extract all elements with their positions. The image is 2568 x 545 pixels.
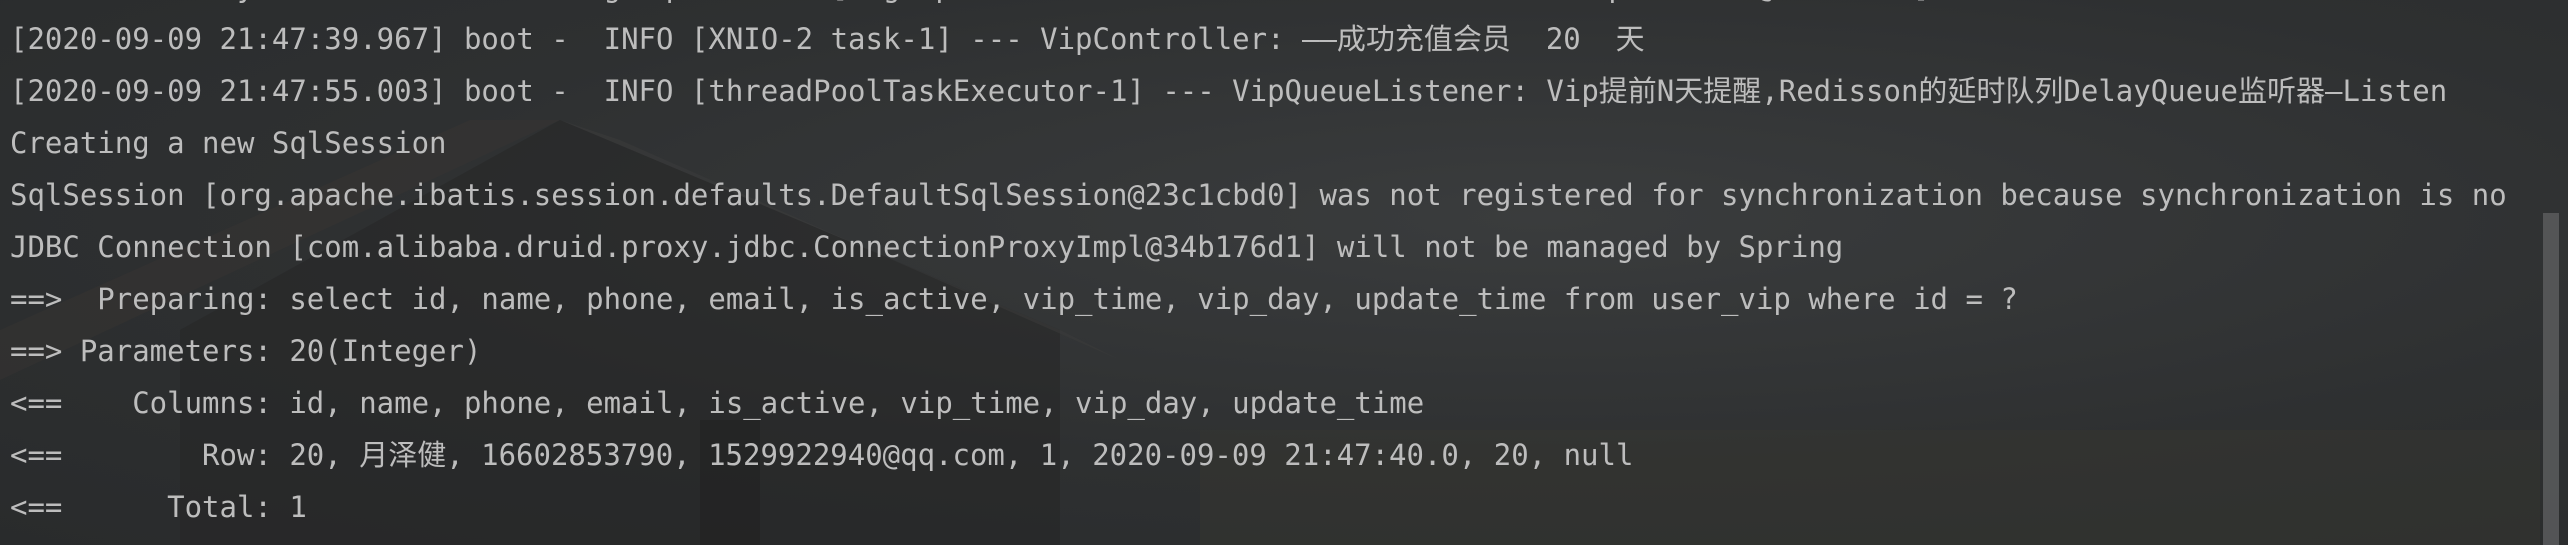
log-line: <== Columns: id, name, phone, email, is_… bbox=[10, 386, 1425, 420]
log-line: <== Row: 20, 月泽健, 16602853790, 152992294… bbox=[10, 438, 1634, 472]
log-line: ==> Parameters: 20(Integer) bbox=[10, 334, 482, 368]
console-output[interactable]: Transaction synchronization closing SqlS… bbox=[10, 0, 2538, 533]
vertical-scrollbar[interactable] bbox=[2543, 213, 2559, 545]
log-line: <== Total: 1 bbox=[10, 490, 307, 524]
log-line: Creating a new SqlSession bbox=[10, 126, 447, 160]
log-line: [2020-09-09 21:47:55.003] boot - INFO [t… bbox=[10, 74, 2448, 108]
log-line: SqlSession [org.apache.ibatis.session.de… bbox=[10, 178, 2507, 212]
log-line: Transaction synchronization closing SqlS… bbox=[10, 0, 2538, 13]
log-line: JDBC Connection [com.alibaba.druid.proxy… bbox=[10, 230, 1844, 264]
log-line: [2020-09-09 21:47:39.967] boot - INFO [X… bbox=[10, 22, 1645, 56]
log-line: ==> Preparing: select id, name, phone, e… bbox=[10, 282, 2018, 316]
